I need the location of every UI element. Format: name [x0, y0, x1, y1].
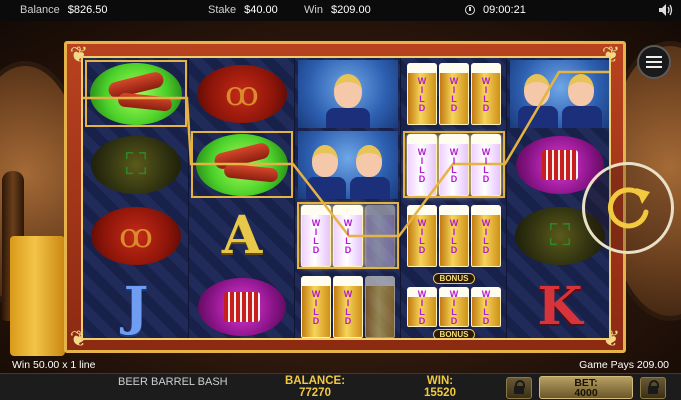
game-pays-text: Game Pays 209.00: [579, 359, 669, 371]
menu-button[interactable]: [637, 45, 671, 79]
lock-button[interactable]: [640, 377, 666, 399]
reel-2: ꝏ A: [189, 58, 295, 338]
symbol-pretzel: ꝏ: [83, 200, 189, 271]
stake-label: Stake: [208, 4, 237, 16]
symbol-hat: ⛶: [83, 129, 189, 200]
bottom-bar: BEER BARREL BASH BALANCE: 77270 WIN: 155…: [0, 373, 681, 400]
lock-icon: [514, 380, 525, 394]
symbol-wild: WILD WILD: [295, 271, 401, 338]
balance-display: Balance $826.50: [20, 4, 108, 16]
bet-value: 4000: [574, 387, 598, 399]
win-highlight: [85, 60, 187, 127]
symbol-girl: [295, 58, 401, 129]
stake-value: $40.00: [244, 4, 278, 16]
win-credits-label: WIN:: [426, 375, 454, 387]
spin-icon: [608, 187, 650, 229]
bonus-tag-top: BONUS: [432, 273, 476, 284]
beer-mug-decoration: [10, 236, 65, 356]
lock-icon: [648, 380, 659, 394]
win-highlight: [191, 131, 293, 198]
symbol-girls: [507, 58, 609, 129]
clock: 09:00:21: [465, 4, 526, 16]
bonus-tag-bottom: BONUS: [432, 329, 476, 338]
clock-time: 09:00:21: [483, 4, 526, 16]
win-credits: WIN: 15520: [410, 375, 470, 399]
symbol-wild-bonus: BONUS WILD WILD WILD BONUS: [401, 271, 507, 338]
status-bar: Balance $826.50 Stake $40.00 Win $209.00…: [0, 0, 681, 21]
symbol-j: J: [123, 276, 149, 337]
symbol-wild: WILD WILD WILD: [401, 200, 507, 271]
balance-credits-value: 77270: [299, 387, 331, 399]
bet-button[interactable]: BET: 4000: [539, 376, 633, 399]
symbol-wild: WILD WILD WILD: [401, 58, 507, 129]
win-display: Win $209.00: [304, 4, 371, 16]
reel-frame: ❦ ❦ ❦ ❦ ⛶ ꝏ J ꝏ A WILD WILD WILD WILD WI…: [64, 41, 626, 353]
win-value: $209.00: [330, 4, 371, 16]
reel-4: WILD WILD WILD WILD WILD WILD WILD WILD …: [401, 58, 507, 338]
symbol-accordion: [189, 271, 295, 338]
spin-button[interactable]: [582, 162, 674, 254]
reel-grid: ⛶ ꝏ J ꝏ A WILD WILD WILD WILD WILD WILD …: [81, 56, 611, 340]
lock-button[interactable]: [506, 377, 532, 399]
symbol-girls: [295, 129, 401, 200]
win-label: Win: [304, 4, 323, 16]
game-title: BEER BARREL BASH: [118, 376, 228, 388]
reel-3: WILD WILD WILD WILD: [295, 58, 401, 338]
speaker-icon[interactable]: [659, 4, 673, 16]
win-credits-value: 15520: [424, 387, 456, 399]
stake-display: Stake $40.00: [208, 4, 278, 16]
symbol-k: K: [537, 276, 583, 337]
win-line-text: Win 50.00 x 1 line: [12, 359, 96, 371]
symbol-a: A: [221, 205, 263, 266]
menu-icon: [646, 56, 662, 58]
win-info-line: Win 50.00 x 1 line Game Pays 209.00: [0, 357, 681, 372]
balance-credits: BALANCE: 77270: [278, 375, 352, 399]
balance-credits-label: BALANCE:: [284, 375, 346, 387]
symbol-pretzel: ꝏ: [189, 58, 295, 129]
balance-value: $826.50: [67, 4, 108, 16]
balance-label: Balance: [20, 4, 60, 16]
clock-icon: [465, 5, 475, 15]
